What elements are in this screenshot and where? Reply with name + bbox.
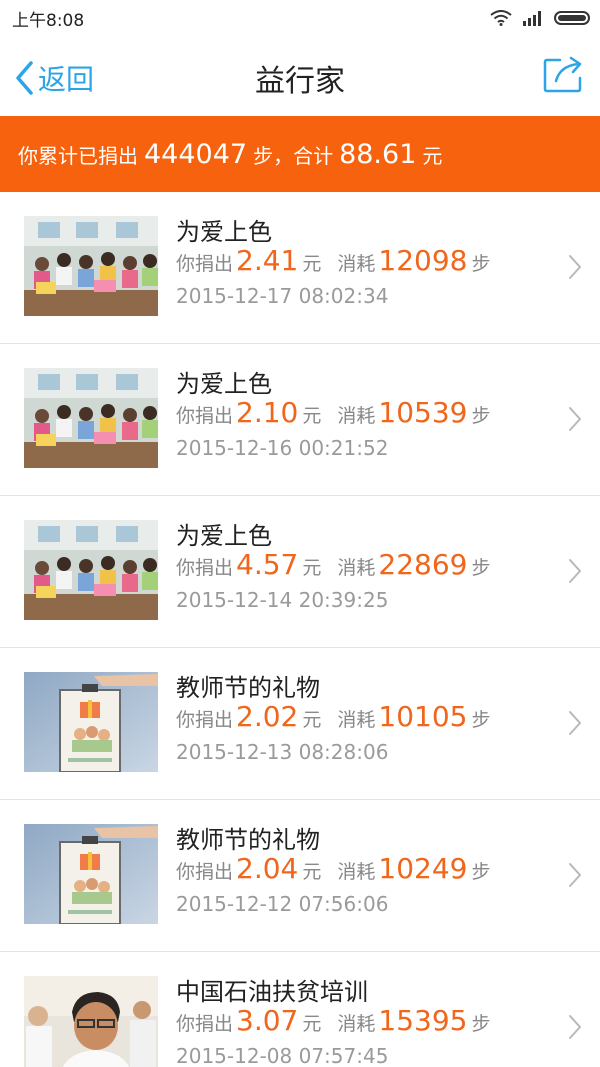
consumed-label: 消耗 (337, 253, 376, 275)
item-stats: 你捐出 4.57 元 消耗 22869 步 (176, 548, 490, 581)
chevron-right-icon (569, 1015, 581, 1039)
donated-label: 你捐出 (176, 253, 234, 275)
chevron-right-icon (569, 559, 581, 583)
item-stats: 你捐出 3.07 元 消耗 15395 步 (176, 1004, 490, 1037)
nav-bar: 返回 益行家 (0, 36, 600, 116)
yuan-label: 元 (302, 557, 322, 579)
item-date: 2015-12-16 00:21:52 (176, 436, 389, 460)
list-item[interactable]: 中国石油扶贫培训 你捐出 3.07 元 消耗 15395 步 2015-12-0… (0, 952, 600, 1067)
thumbnail-man-portrait (24, 976, 158, 1067)
consumed-steps: 10105 (378, 700, 468, 733)
donation-list: 为爱上色 你捐出 2.41 元 消耗 12098 步 2015-12-17 08… (0, 192, 600, 1067)
item-date: 2015-12-17 08:02:34 (176, 284, 389, 308)
summary-amount-unit: 元 (422, 143, 443, 168)
consumed-steps: 10539 (378, 396, 468, 429)
thumbnail-gift-box (24, 672, 158, 772)
donated-amount: 2.04 (236, 852, 299, 885)
steps-label: 步 (471, 861, 491, 883)
summary-steps-unit: 步，合计 (253, 143, 334, 168)
share-button[interactable] (542, 54, 586, 98)
item-date: 2015-12-13 08:28:06 (176, 740, 389, 764)
list-item[interactable]: 为爱上色 你捐出 2.41 元 消耗 12098 步 2015-12-17 08… (0, 192, 600, 344)
item-date: 2015-12-12 07:56:06 (176, 892, 389, 916)
summary-prefix: 你累计已捐出 (18, 143, 138, 168)
thumbnail-classroom (24, 368, 158, 468)
steps-label: 步 (471, 709, 491, 731)
status-bar: 上午8:08 (0, 0, 600, 36)
item-date: 2015-12-14 20:39:25 (176, 588, 389, 612)
consumed-steps: 12098 (378, 244, 468, 277)
consumed-label: 消耗 (337, 861, 376, 883)
item-title: 教师节的礼物 (176, 674, 320, 702)
chevron-right-icon (569, 863, 581, 887)
donated-label: 你捐出 (176, 405, 234, 427)
list-item[interactable]: 教师节的礼物 你捐出 2.02 元 消耗 10105 步 2015-12-13 … (0, 648, 600, 800)
summary-steps: 444047 (144, 138, 248, 170)
consumed-label: 消耗 (337, 1013, 376, 1035)
steps-label: 步 (471, 253, 491, 275)
donated-label: 你捐出 (176, 709, 234, 731)
thumbnail-gift-box (24, 824, 158, 924)
consumed-steps: 15395 (378, 1004, 468, 1037)
summary-amount: 88.61 (339, 138, 417, 170)
list-item[interactable]: 教师节的礼物 你捐出 2.04 元 消耗 10249 步 2015-12-12 … (0, 800, 600, 952)
donated-amount: 3.07 (236, 1004, 299, 1037)
page-title: 益行家 (255, 64, 345, 99)
chevron-right-icon (569, 711, 581, 735)
item-date: 2015-12-08 07:57:45 (176, 1044, 389, 1067)
item-stats: 你捐出 2.41 元 消耗 12098 步 (176, 244, 490, 277)
share-icon (543, 56, 582, 93)
status-icons (490, 10, 590, 26)
donated-amount: 4.57 (236, 548, 299, 581)
thumbnail-classroom (24, 216, 158, 316)
list-item[interactable]: 为爱上色 你捐出 4.57 元 消耗 22869 步 2015-12-14 20… (0, 496, 600, 648)
donated-label: 你捐出 (176, 861, 234, 883)
donated-label: 你捐出 (176, 557, 234, 579)
donated-amount: 2.41 (236, 244, 299, 277)
item-title: 为爱上色 (176, 218, 272, 246)
consumed-steps: 22869 (378, 548, 468, 581)
wifi-icon (490, 10, 512, 26)
yuan-label: 元 (302, 861, 322, 883)
consumed-label: 消耗 (337, 557, 376, 579)
item-stats: 你捐出 2.10 元 消耗 10539 步 (176, 396, 490, 429)
consumed-label: 消耗 (337, 709, 376, 731)
item-title: 中国石油扶贫培训 (176, 978, 368, 1006)
yuan-label: 元 (302, 405, 322, 427)
summary-banner: 你累计已捐出 444047 步，合计 88.61 元 (0, 116, 600, 192)
item-stats: 你捐出 2.04 元 消耗 10249 步 (176, 852, 490, 885)
chevron-right-icon (569, 255, 581, 279)
steps-label: 步 (471, 1013, 491, 1035)
item-title: 为爱上色 (176, 370, 272, 398)
consumed-label: 消耗 (337, 405, 376, 427)
donated-label: 你捐出 (176, 1013, 234, 1035)
item-stats: 你捐出 2.02 元 消耗 10105 步 (176, 700, 490, 733)
status-time: 上午8:08 (12, 10, 85, 31)
item-title: 为爱上色 (176, 522, 272, 550)
item-title: 教师节的礼物 (176, 826, 320, 854)
battery-icon (554, 11, 590, 25)
app-screen: 上午8:08 返回 益行家 你累计已捐出 444047 步，合计 88.61 元… (0, 0, 600, 1067)
steps-label: 步 (471, 557, 491, 579)
chevron-right-icon (569, 407, 581, 431)
donated-amount: 2.02 (236, 700, 299, 733)
yuan-label: 元 (302, 709, 322, 731)
signal-icon (523, 11, 541, 26)
steps-label: 步 (471, 405, 491, 427)
thumbnail-classroom (24, 520, 158, 620)
yuan-label: 元 (302, 1013, 322, 1035)
donated-amount: 2.10 (236, 396, 299, 429)
consumed-steps: 10249 (378, 852, 468, 885)
list-item[interactable]: 为爱上色 你捐出 2.10 元 消耗 10539 步 2015-12-16 00… (0, 344, 600, 496)
yuan-label: 元 (302, 253, 322, 275)
